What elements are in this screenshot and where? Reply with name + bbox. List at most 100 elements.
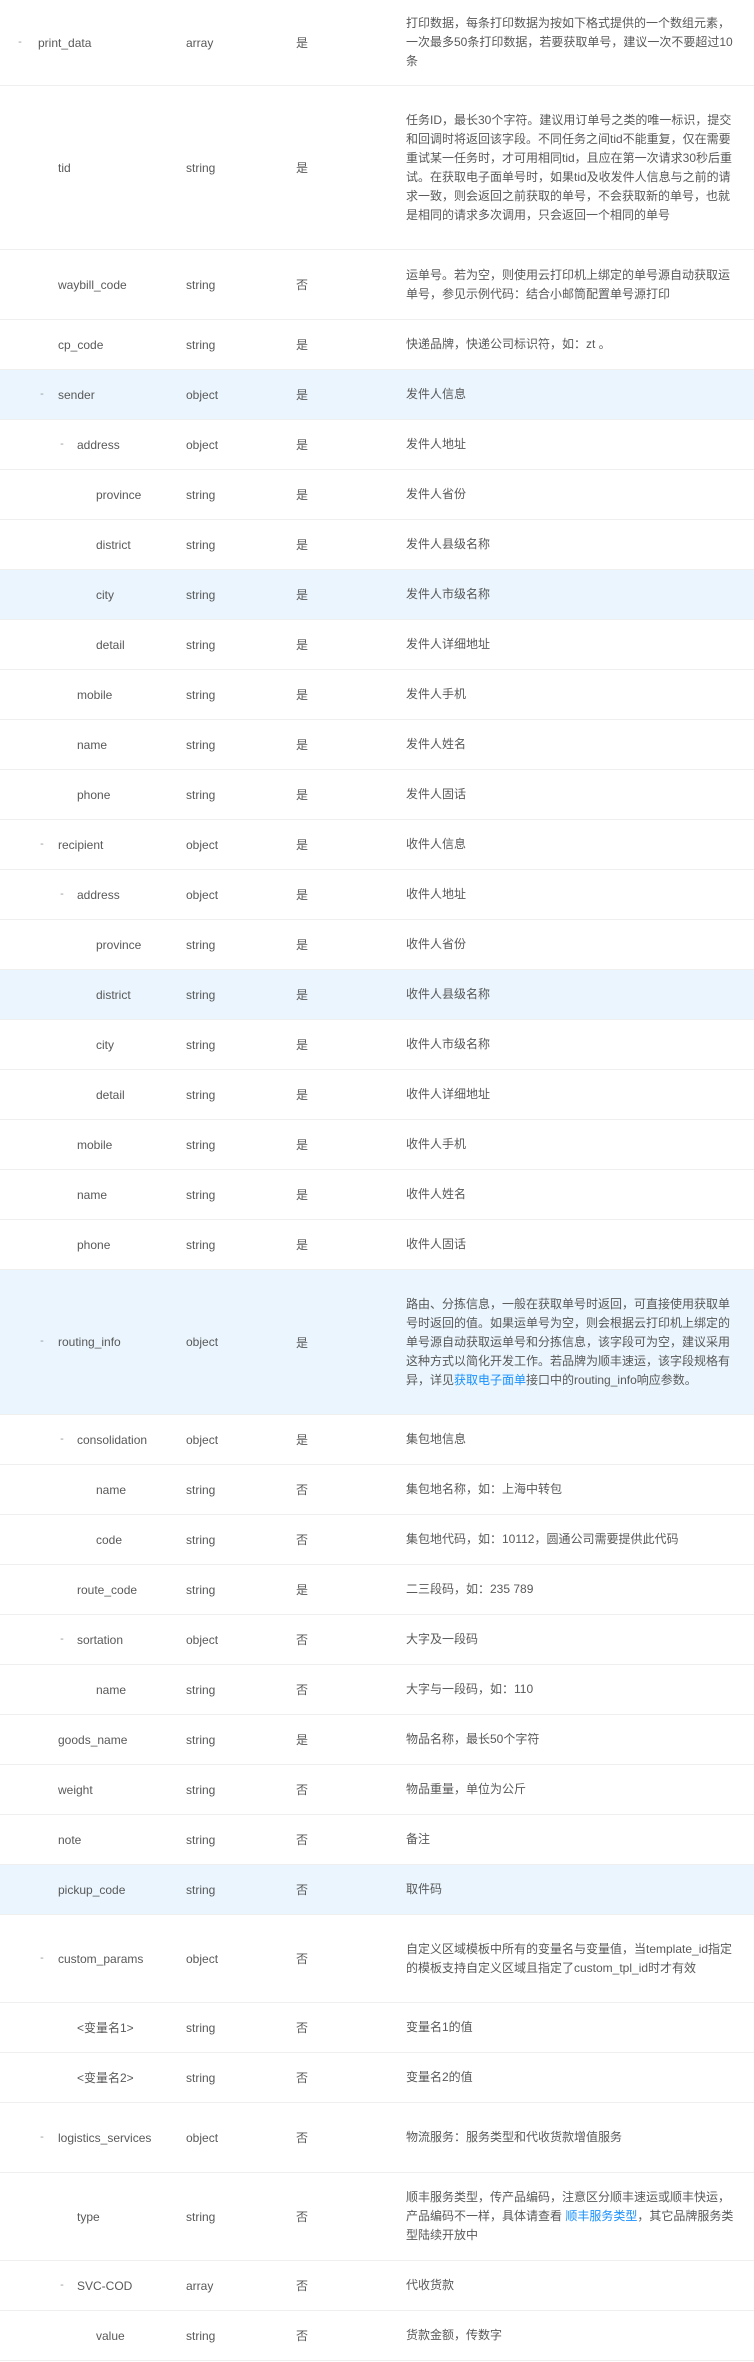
param-type: string <box>186 1532 216 1547</box>
param-name: name <box>96 1682 127 1697</box>
param-name: district <box>96 987 131 1002</box>
param-type: object <box>186 2130 219 2145</box>
table-row: waybill_code string 否 运单号。若为空，则使用云打印机上绑定的单号… <box>0 250 754 320</box>
param-name-cell: province <box>0 470 186 519</box>
description-text: 收件人市级名称 <box>406 1037 491 1051</box>
param-name-cell: name <box>0 1665 186 1714</box>
doc-link[interactable]: 顺丰服务类型 <box>565 2209 637 2223</box>
param-required: 否 <box>296 1483 309 1497</box>
param-type: string <box>186 1782 216 1797</box>
table-row: goods_name string 是 物品名称，最长50个字符 <box>0 1715 754 1765</box>
param-name: custom_params <box>58 1951 144 1966</box>
description-text: 收件人固话 <box>406 1237 467 1251</box>
description-text: 取件码 <box>406 1882 443 1896</box>
collapse-toggle-icon[interactable]: - <box>36 1952 48 1965</box>
description-text: 收件人姓名 <box>406 1187 467 1201</box>
param-type: string <box>186 160 216 175</box>
param-type: string <box>186 1682 216 1697</box>
table-row: phone string 是 发件人固话 <box>0 770 754 820</box>
table-row: - logistics_services object 否物流服务：服务类型和代收货款… <box>0 2103 754 2173</box>
param-required: 是 <box>296 588 309 602</box>
param-required: 是 <box>296 488 309 502</box>
description-text: 收件人县级名称 <box>406 987 491 1001</box>
param-required: 否 <box>296 1633 309 1647</box>
param-required: 否 <box>296 2210 309 2224</box>
collapse-toggle-icon[interactable]: - <box>56 888 68 901</box>
param-required: 是 <box>296 161 309 175</box>
param-description: 大字及一段码 <box>406 1630 754 1649</box>
description-text: 大字及一段码 <box>406 1632 479 1646</box>
param-type: string <box>186 737 216 752</box>
param-name: code <box>96 1532 123 1547</box>
param-required: 是 <box>296 1138 309 1152</box>
param-name-cell: - consolidation <box>0 1415 186 1464</box>
param-required: 是 <box>296 1088 309 1102</box>
param-type: string <box>186 1582 216 1597</box>
param-required: 否 <box>296 1833 309 1847</box>
param-description: 收件人市级名称 <box>406 1035 754 1054</box>
param-type: string <box>186 1237 216 1252</box>
table-row: cp_code string 是 快递品牌，快递公司标识符，如：zt 。 <box>0 320 754 370</box>
collapse-toggle-icon[interactable]: - <box>36 1336 48 1348</box>
table-row: district string 是 收件人县级名称 <box>0 970 754 1020</box>
param-required: 是 <box>296 638 309 652</box>
param-description: 集包地代码，如：10112，圆通公司需要提供此代码 <box>406 1530 754 1549</box>
table-row: phone string 是 收件人固话 <box>0 1220 754 1270</box>
description-text: 收件人详细地址 <box>406 1087 491 1101</box>
param-type: string <box>186 987 216 1002</box>
param-type: object <box>186 837 219 852</box>
description-text: 收件人地址 <box>406 887 467 901</box>
param-description: 发件人县级名称 <box>406 535 754 554</box>
param-name-cell: value <box>0 2311 186 2360</box>
description-text: 代收货款 <box>406 2278 455 2292</box>
param-name-cell: <变量名2> <box>0 2053 186 2102</box>
description-text: 集包地信息 <box>406 1432 467 1446</box>
param-required: 是 <box>296 988 309 1002</box>
param-name-cell: mobile <box>0 1120 186 1169</box>
collapse-toggle-icon[interactable]: - <box>56 438 68 451</box>
param-description: 收件人详细地址 <box>406 1085 754 1104</box>
param-description: 大字与一段码，如：110 <box>406 1680 754 1699</box>
param-name-cell: name <box>0 1465 186 1514</box>
description-text: 发件人详细地址 <box>406 637 491 651</box>
description-text: 快递品牌，快递公司标识符，如：zt 。 <box>406 337 611 351</box>
param-name-cell: pickup_code <box>0 1865 186 1914</box>
table-row: province string 是 发件人省份 <box>0 470 754 520</box>
description-text: 集包地名称，如：上海中转包 <box>406 1482 563 1496</box>
param-name-cell: tid <box>0 86 186 249</box>
param-required: 否 <box>296 278 309 292</box>
collapse-toggle-icon[interactable]: - <box>56 1633 68 1646</box>
param-required: 否 <box>296 2329 309 2343</box>
param-description: 打印数据，每条打印数据为按如下格式提供的一个数组元素，一次最多50条打印数据，若… <box>406 14 754 71</box>
doc-link[interactable]: 获取电子面单 <box>454 1373 526 1387</box>
param-name: province <box>96 937 142 952</box>
param-required: 是 <box>296 1433 309 1447</box>
collapse-toggle-icon[interactable]: - <box>56 1433 68 1446</box>
param-type: string <box>186 2020 216 2035</box>
table-row: city string 是 发件人市级名称 <box>0 570 754 620</box>
param-name-cell: - routing_info <box>0 1270 186 1414</box>
collapse-toggle-icon[interactable]: - <box>36 838 48 851</box>
table-row: route_code string 是 二三段码，如：235 789 <box>0 1565 754 1615</box>
param-type: object <box>186 1951 219 1966</box>
param-type: string <box>186 337 216 352</box>
table-row: - address object 是收件人地址 <box>0 870 754 920</box>
collapse-toggle-icon[interactable]: - <box>14 36 26 49</box>
param-description: 物品重量，单位为公斤 <box>406 1780 754 1799</box>
param-name: note <box>58 1832 82 1847</box>
table-row: name string 否 大字与一段码，如：110 <box>0 1665 754 1715</box>
param-name-cell: <变量名1> <box>0 2003 186 2052</box>
param-type: object <box>186 387 219 402</box>
table-row: - sortation object 否大字及一段码 <box>0 1615 754 1665</box>
description-text: 发件人固话 <box>406 787 467 801</box>
param-name: <变量名2> <box>77 2071 134 2085</box>
collapse-toggle-icon[interactable]: - <box>36 388 48 401</box>
param-name: province <box>96 487 142 502</box>
description-text: 二三段码，如：235 789 <box>406 1582 534 1596</box>
param-type: string <box>186 1882 216 1897</box>
collapse-toggle-icon[interactable]: - <box>36 2131 48 2144</box>
param-name: consolidation <box>77 1432 148 1447</box>
param-required: 否 <box>296 1883 309 1897</box>
table-row: detail string 是 发件人详细地址 <box>0 620 754 670</box>
collapse-toggle-icon[interactable]: - <box>56 2279 68 2292</box>
